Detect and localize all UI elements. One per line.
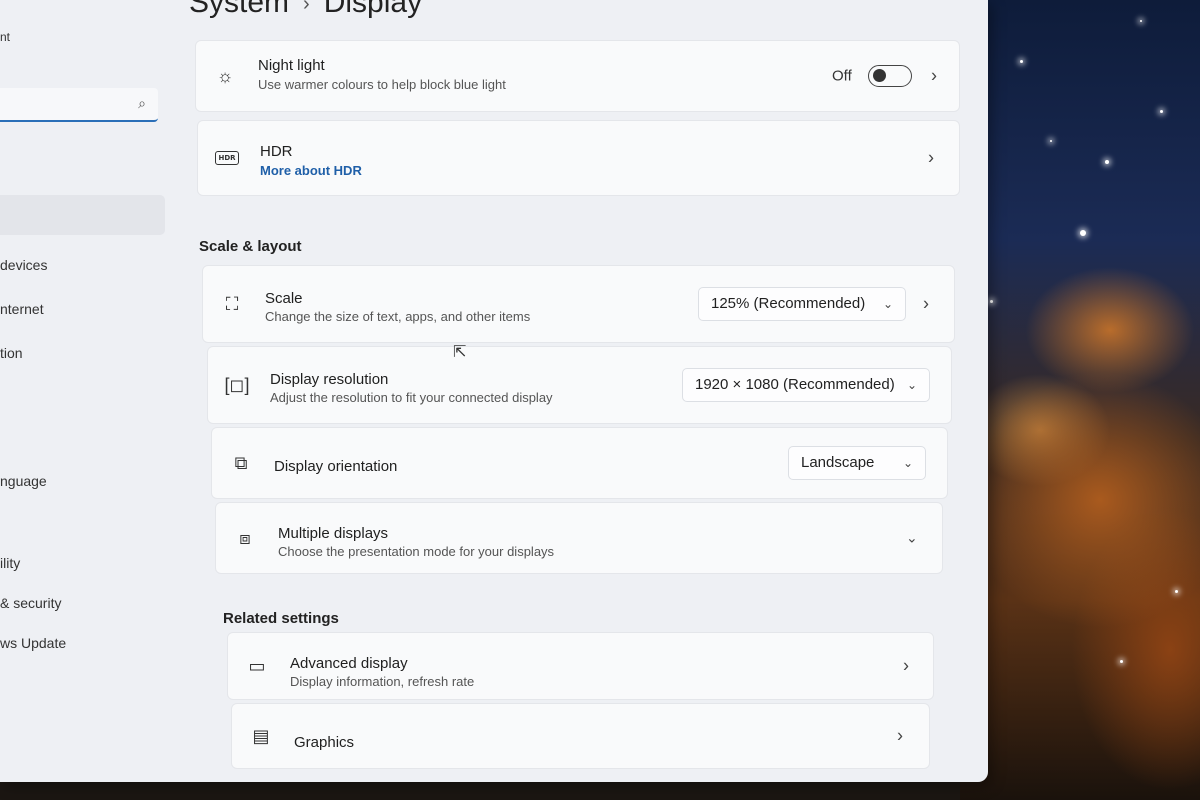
chevron-down-icon: ⌄ [882, 297, 893, 311]
star [1160, 110, 1163, 113]
night-light-subtitle: Use warmer colours to help block blue li… [258, 77, 506, 92]
scale-dropdown[interactable]: 125% (Recommended) ⌄ [698, 287, 906, 321]
chevron-right-icon[interactable]: › [931, 66, 937, 87]
sidebar-item-network[interactable]: nternet [0, 301, 44, 317]
graphics-card[interactable]: ▤ Graphics › [231, 703, 930, 769]
multiple-displays-subtitle: Choose the presentation mode for your di… [278, 544, 555, 559]
main-content: System › Display ☼ Night light Use warmer … [185, 0, 975, 782]
resolution-subtitle: Adjust the resolution to fit your connec… [270, 390, 553, 405]
graphics-title: Graphics [294, 734, 355, 751]
chevron-right-icon[interactable]: › [903, 656, 909, 677]
sidebar-item-windows-update[interactable]: ws Update [0, 635, 66, 651]
brightness-icon: ☼ [216, 65, 234, 86]
sidebar-item-devices[interactable]: devices [0, 257, 47, 273]
star [1140, 20, 1142, 22]
night-light-toggle[interactable] [868, 65, 912, 87]
scale-card[interactable]: ⛶ Scale Change the size of text, apps, a… [202, 265, 955, 343]
resolution-icon: [◻] [224, 374, 250, 395]
sidebar-item-accessibility[interactable]: ility [0, 555, 20, 571]
multiple-displays-card[interactable]: ⧈ Multiple displays Choose the presentat… [215, 502, 943, 574]
sidebar-account-fragment: nt [0, 30, 11, 44]
multiple-displays-title: Multiple displays [278, 525, 389, 542]
resolution-title: Display resolution [270, 371, 389, 388]
chevron-down-icon: ⌄ [906, 378, 917, 392]
settings-window: nt ⌕ devices nternet tion nguage ility &… [0, 0, 988, 782]
resolution-dropdown[interactable]: 1920 × 1080 (Recommended) ⌄ [682, 368, 930, 402]
breadcrumb-parent[interactable]: System [189, 0, 289, 19]
star [1050, 140, 1052, 142]
multiple-displays-icon: ⧈ [239, 527, 251, 548]
night-light-title: Night light [258, 57, 325, 74]
graphics-card-icon: ▤ [252, 725, 270, 746]
night-light-card[interactable]: ☼ Night light Use warmer colours to help… [195, 40, 960, 112]
chevron-right-icon[interactable]: › [897, 726, 903, 747]
star [990, 300, 993, 303]
hdr-card[interactable]: HDR HDR More about HDR › [197, 120, 960, 196]
sidebar-item-selected[interactable] [0, 195, 165, 235]
scale-value: 125% (Recommended) [711, 295, 866, 312]
sidebar: nt ⌕ devices nternet tion nguage ility &… [0, 0, 175, 782]
sidebar-item-privacy-security[interactable]: & security [0, 595, 61, 611]
scale-title: Scale [265, 290, 303, 307]
star [1020, 60, 1023, 63]
scale-icon: ⛶ [225, 293, 239, 314]
search-icon: ⌕ [138, 95, 146, 111]
advanced-display-card[interactable]: ▭ Advanced display Display information, … [227, 632, 934, 700]
orientation-icon: ⧉ [234, 452, 248, 473]
monitor-icon: ▭ [248, 655, 266, 676]
hdr-icon: HDR [214, 145, 240, 171]
hdr-icon-label: HDR [215, 151, 239, 165]
scale-subtitle: Change the size of text, apps, and other… [265, 309, 531, 324]
section-scale-layout: Scale & layout [199, 238, 302, 255]
orientation-card[interactable]: ⧉ Display orientation Landscape ⌄ [211, 427, 948, 499]
night-light-toggle-label: Off [832, 67, 852, 85]
orientation-dropdown[interactable]: Landscape ⌄ [788, 446, 926, 480]
advanced-display-subtitle: Display information, refresh rate [290, 674, 475, 689]
breadcrumb-separator: › [303, 0, 310, 15]
chevron-down-icon[interactable]: ⌄ [906, 530, 918, 547]
toggle-knob [873, 69, 886, 82]
desktop-wallpaper [960, 0, 1200, 800]
page-title: Display [323, 0, 423, 19]
star [1080, 230, 1086, 236]
search-input[interactable]: ⌕ [0, 88, 158, 122]
chevron-right-icon[interactable]: › [923, 294, 929, 315]
orientation-value: Landscape [801, 454, 875, 471]
star [1105, 160, 1109, 164]
sidebar-item-personalisation[interactable]: tion [0, 345, 23, 361]
chevron-right-icon[interactable]: › [928, 148, 934, 169]
breadcrumb: System › Display [189, 0, 422, 20]
section-related-settings: Related settings [223, 610, 339, 627]
chevron-down-icon: ⌄ [902, 456, 913, 470]
orientation-title: Display orientation [274, 458, 398, 475]
hdr-title: HDR [260, 143, 293, 160]
resolution-value: 1920 × 1080 (Recommended) [695, 376, 895, 393]
sidebar-item-language[interactable]: nguage [0, 473, 47, 489]
hdr-link[interactable]: More about HDR [260, 163, 362, 178]
resolution-card[interactable]: [◻] Display resolution Adjust the resolu… [207, 346, 952, 424]
mouse-cursor-icon: ⇱ [453, 344, 467, 361]
advanced-display-title: Advanced display [290, 655, 408, 672]
star [1175, 590, 1178, 593]
star [1120, 660, 1123, 663]
